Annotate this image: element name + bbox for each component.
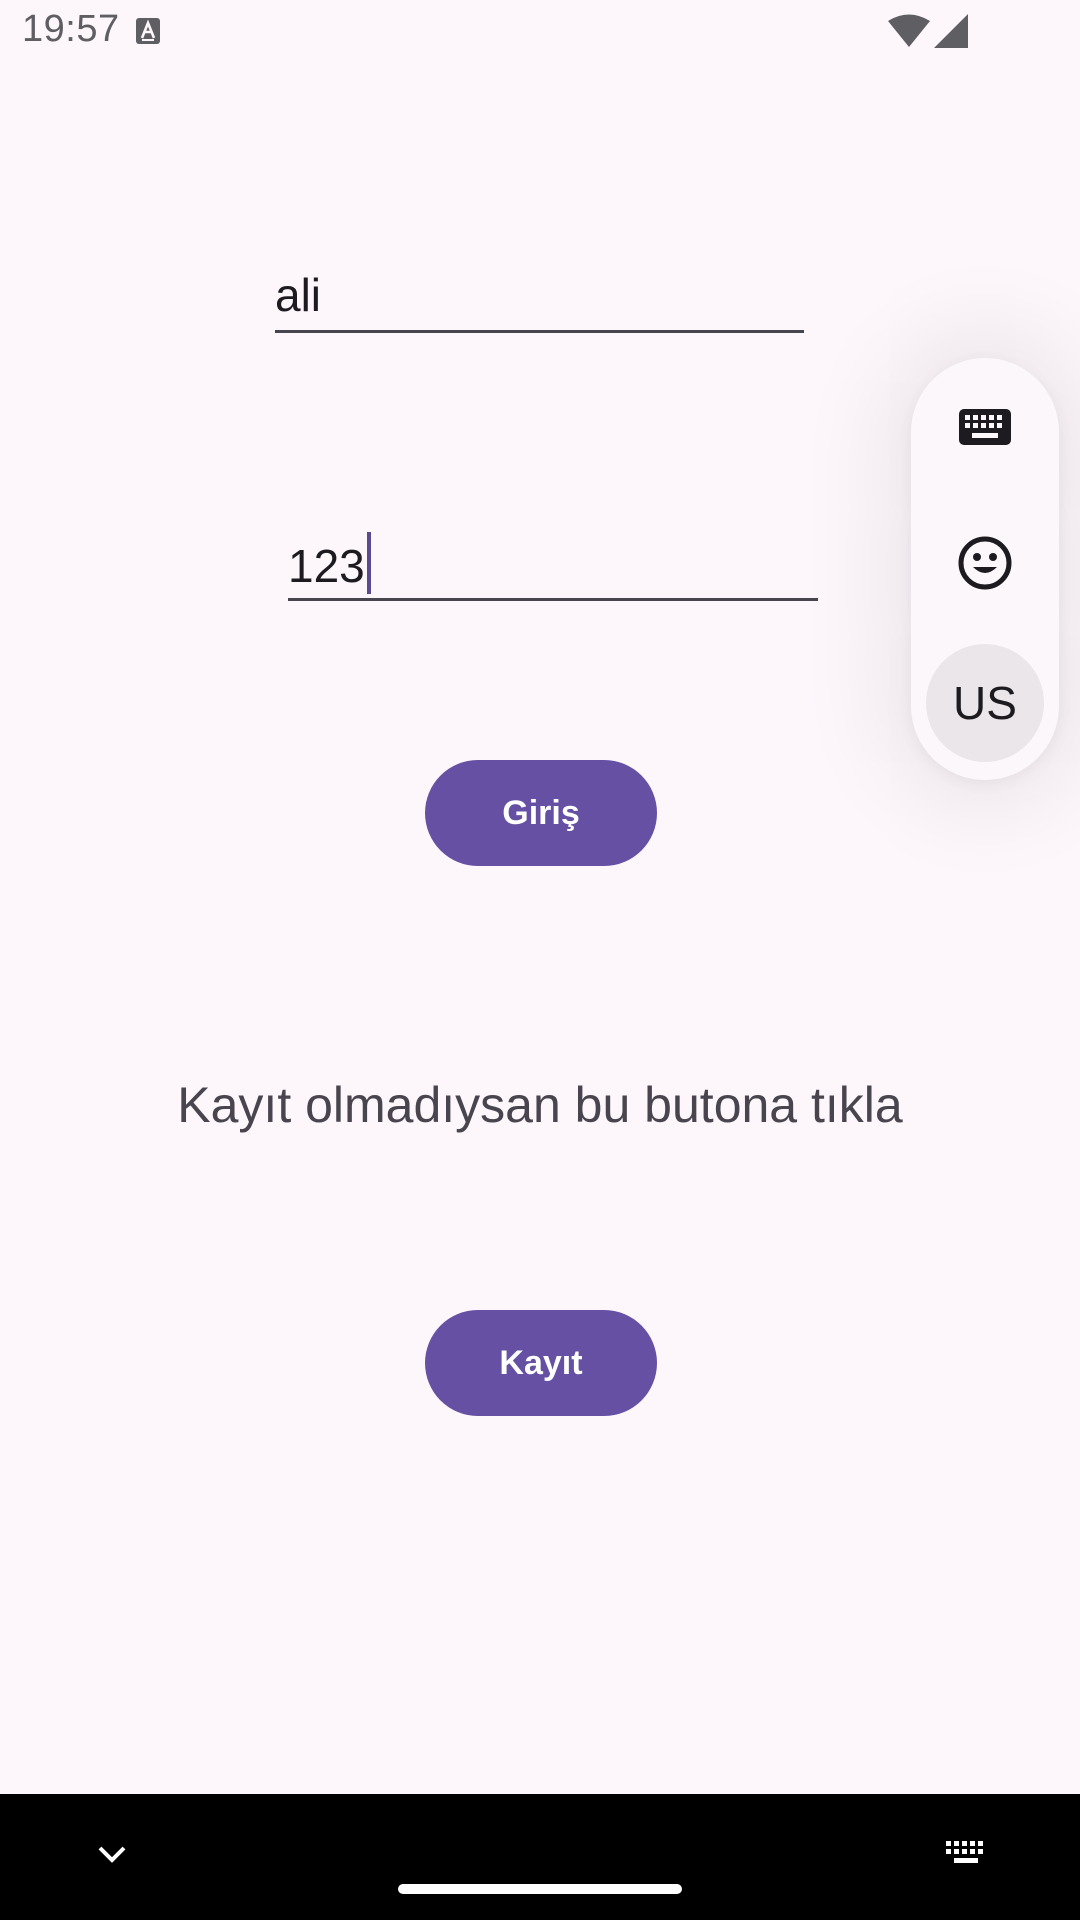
password-value: 123 [288,540,365,592]
home-handle[interactable] [398,1884,682,1894]
text-cursor [366,532,371,594]
signal-icon [934,14,968,53]
chevron-down-icon[interactable] [90,1834,134,1879]
keyboard-icon [958,408,1012,451]
password-value-wrap: 123 [288,532,371,594]
keyboard-icon[interactable] [944,1838,990,1875]
emoji-icon [957,535,1013,596]
a-notification-icon [136,18,160,49]
username-field[interactable]: ali [275,260,804,333]
login-button[interactable]: Giriş [425,760,657,866]
ime-language-button[interactable]: US [926,644,1044,762]
ime-keyboard-button[interactable] [926,370,1044,488]
password-field[interactable]: 123 [288,520,818,601]
wifi-icon [888,14,930,53]
register-hint-text: Kayıt olmadıysan bu butona tıkla [177,1077,903,1133]
status-time: 19:57 [22,8,120,50]
navigation-bar [0,1794,1080,1920]
ime-emoji-button[interactable] [926,506,1044,624]
ime-switcher-panel: US [911,358,1059,780]
register-button[interactable]: Kayıt [425,1310,657,1416]
status-bar: 19:57 [0,0,1080,64]
username-value: ali [275,269,322,321]
